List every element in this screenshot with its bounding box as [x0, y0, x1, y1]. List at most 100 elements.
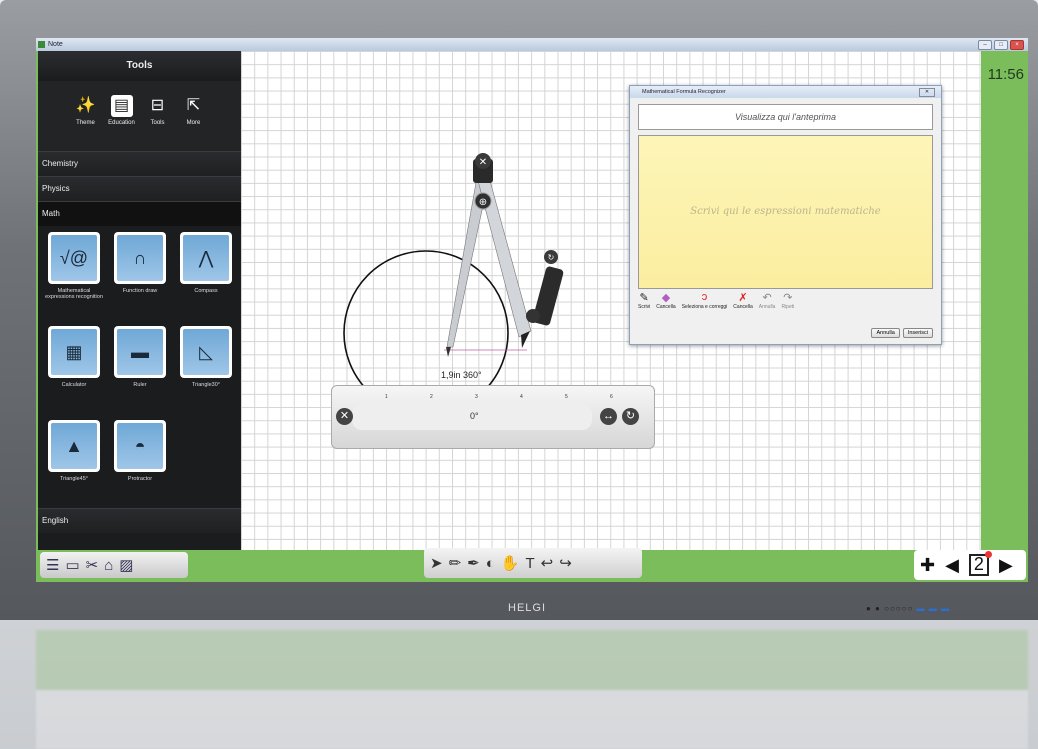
bottom-toolbar: ☰ ▭ ✂ ⌂ ▨ ➤ ✏ ✒ ◐ ✋ T ↩ ↪ ✚ ◀ 2 ▶	[36, 548, 1028, 582]
math-tools-grid: √@ Mathematical expressions recognition …	[38, 226, 241, 508]
pointer-icon[interactable]: ➤	[430, 554, 443, 572]
book-icon: ▤	[110, 95, 133, 117]
minimize-button[interactable]: –	[978, 40, 992, 50]
hand-icon[interactable]: ✋	[501, 554, 520, 572]
window-titlebar: Note – □ ×	[36, 38, 1028, 51]
folder-icon[interactable]: ⌂	[104, 557, 113, 574]
brand-logo: HELGI	[508, 602, 547, 614]
redo-icon[interactable]: ↪	[559, 554, 572, 572]
ruler-tick-label: 5	[565, 394, 568, 400]
screen: Note – □ × 11:56 ⊕ ✕ ↻ Tools ✨ Theme ▤ E…	[36, 38, 1028, 582]
category-chemistry[interactable]: Chemistry	[38, 151, 241, 176]
ruler-angle: 0°	[470, 411, 479, 421]
tool-label: Cancella	[733, 304, 753, 310]
cancel-button[interactable]: Annulla	[871, 328, 900, 338]
select-correct-button[interactable]: ↄ Seleziona e correggi	[682, 291, 728, 317]
tab-theme[interactable]: ✨ Theme	[71, 89, 101, 151]
page-badge	[984, 551, 992, 558]
ruler-scale: 1 2 3 4 5 6	[340, 386, 645, 402]
tool-label: Triangle30°	[192, 382, 220, 388]
tab-more[interactable]: ⇱ More	[179, 89, 209, 151]
tool-label: Cancella	[656, 304, 676, 310]
ruler-tool[interactable]: 1 2 3 4 5 6 0° ✕ ↔ ↻	[331, 385, 655, 449]
window-controls: – □ ×	[978, 40, 1024, 50]
dialog-close-icon[interactable]: ✕	[919, 88, 935, 97]
clock: 11:56	[987, 66, 1024, 83]
tool-label: Mathematical expressions recognition	[45, 288, 103, 300]
tab-label: More	[186, 120, 201, 126]
dialog-toolbar: ✎ Scrivi ◆ Cancella ↄ Seleziona e correggi …	[638, 291, 931, 317]
tool-calculator[interactable]: ▦ Calculator	[44, 326, 104, 420]
highlighter-icon[interactable]: ✒	[467, 554, 480, 572]
ruler-tick-label: 6	[610, 394, 613, 400]
triangle-45-icon: ▲	[51, 423, 97, 469]
calculator-icon: ▦	[51, 329, 97, 375]
dialog-title: Mathematical Formula Recognizer	[642, 89, 726, 95]
eraser-tool-button[interactable]: ◆ Cancella	[656, 291, 675, 317]
clear-x-icon: ✗	[738, 292, 748, 304]
external-link-icon: ⇱	[186, 97, 201, 114]
add-page-icon[interactable]: ✚	[920, 555, 935, 576]
ruler-close-icon[interactable]: ✕	[336, 408, 353, 425]
ruler-resize-icon[interactable]: ↔	[600, 408, 617, 425]
svg-text:↻: ↻	[548, 253, 555, 262]
undo-icon[interactable]: ↩	[541, 554, 554, 572]
toolbox-icon: ⊟	[150, 97, 165, 114]
tab-tools[interactable]: ⊟ Tools	[143, 89, 173, 151]
display-icon[interactable]: ▭	[65, 556, 79, 574]
tool-triangle-45[interactable]: ▲ Triangle45°	[44, 420, 104, 514]
menu-icon[interactable]: ☰	[46, 556, 59, 574]
tool-compass[interactable]: ⋀ Compass	[176, 232, 236, 326]
previous-page-icon[interactable]: ◀	[945, 555, 959, 576]
formula-write-area[interactable]: Scrivi qui le espressioni matematiche	[638, 135, 933, 289]
undo-button[interactable]: ↶ Annulla	[759, 291, 776, 317]
tool-label: Protractor	[127, 476, 153, 482]
page-indicator[interactable]: 2	[968, 551, 992, 576]
tool-math-expression-recognition[interactable]: √@ Mathematical expressions recognition	[44, 232, 104, 326]
text-icon[interactable]: T	[525, 555, 534, 572]
compass-measurement: 1,9in 360°	[441, 370, 482, 380]
tool-label: Ripeti	[781, 304, 795, 310]
protractor-icon: ◓	[117, 423, 163, 469]
tool-label: Triangle45°	[60, 476, 88, 482]
clear-button[interactable]: ✗ Cancella	[733, 291, 752, 317]
tool-label: Ruler	[133, 382, 147, 388]
tab-label: Tools	[150, 120, 165, 126]
tab-education[interactable]: ▤ Education	[107, 89, 137, 151]
insert-button[interactable]: Inserisci	[902, 328, 933, 338]
sidebar-tabs: ✨ Theme ▤ Education ⊟ Tools ⇱ More	[38, 81, 241, 151]
display-bezel: Note – □ × 11:56 ⊕ ✕ ↻ Tools ✨ Theme ▤ E…	[0, 0, 1038, 620]
tool-protractor[interactable]: ◓ Protractor	[110, 420, 170, 514]
eraser-icon[interactable]: ◐	[486, 555, 495, 572]
category-math[interactable]: Math	[38, 201, 241, 226]
svg-text:⊕: ⊕	[479, 197, 487, 208]
page-number: 2	[973, 554, 984, 574]
ruler-tick-label: 1	[385, 394, 388, 400]
tool-function-draw[interactable]: ∩ Function draw	[110, 232, 170, 326]
dialog-buttons: Annulla Inserisci	[871, 328, 933, 338]
redo-button[interactable]: ↷ Ripeti	[781, 291, 794, 317]
tool-label: Scrivi	[638, 304, 651, 310]
formula-recognizer-dialog: Mathematical Formula Recognizer ✕ Visual…	[629, 85, 942, 345]
drawing-toolbar: ➤ ✏ ✒ ◐ ✋ T ↩ ↪	[424, 548, 642, 578]
tool-ruler[interactable]: ▬ Ruler	[110, 326, 170, 420]
next-page-icon[interactable]: ▶	[999, 555, 1013, 576]
close-button[interactable]: ×	[1010, 40, 1024, 50]
tool-label: Seleziona e correggi	[681, 304, 728, 310]
tool-triangle-30[interactable]: ◺ Triangle30°	[176, 326, 236, 420]
compass-icon: ⋀	[183, 235, 229, 281]
tool-label: Compass	[194, 288, 218, 294]
function-graph-icon: ∩	[117, 235, 163, 281]
picture-icon[interactable]: ▨	[119, 556, 133, 574]
maximize-button[interactable]: □	[994, 40, 1008, 50]
tools-icon[interactable]: ✂	[86, 556, 99, 574]
ruler-rotate-icon[interactable]: ↻	[622, 408, 639, 425]
category-physics[interactable]: Physics	[38, 176, 241, 201]
app-icon	[38, 41, 45, 48]
compass-tool[interactable]: ⊕ ✕ ↻	[446, 153, 564, 357]
formula-preview: Visualizza qui l'anteprima	[638, 104, 933, 130]
ruler-tick-label: 2	[430, 394, 433, 400]
pencil-icon[interactable]: ✏	[449, 554, 462, 572]
tool-label: Annulla	[758, 304, 776, 310]
write-tool-button[interactable]: ✎ Scrivi	[638, 291, 650, 317]
